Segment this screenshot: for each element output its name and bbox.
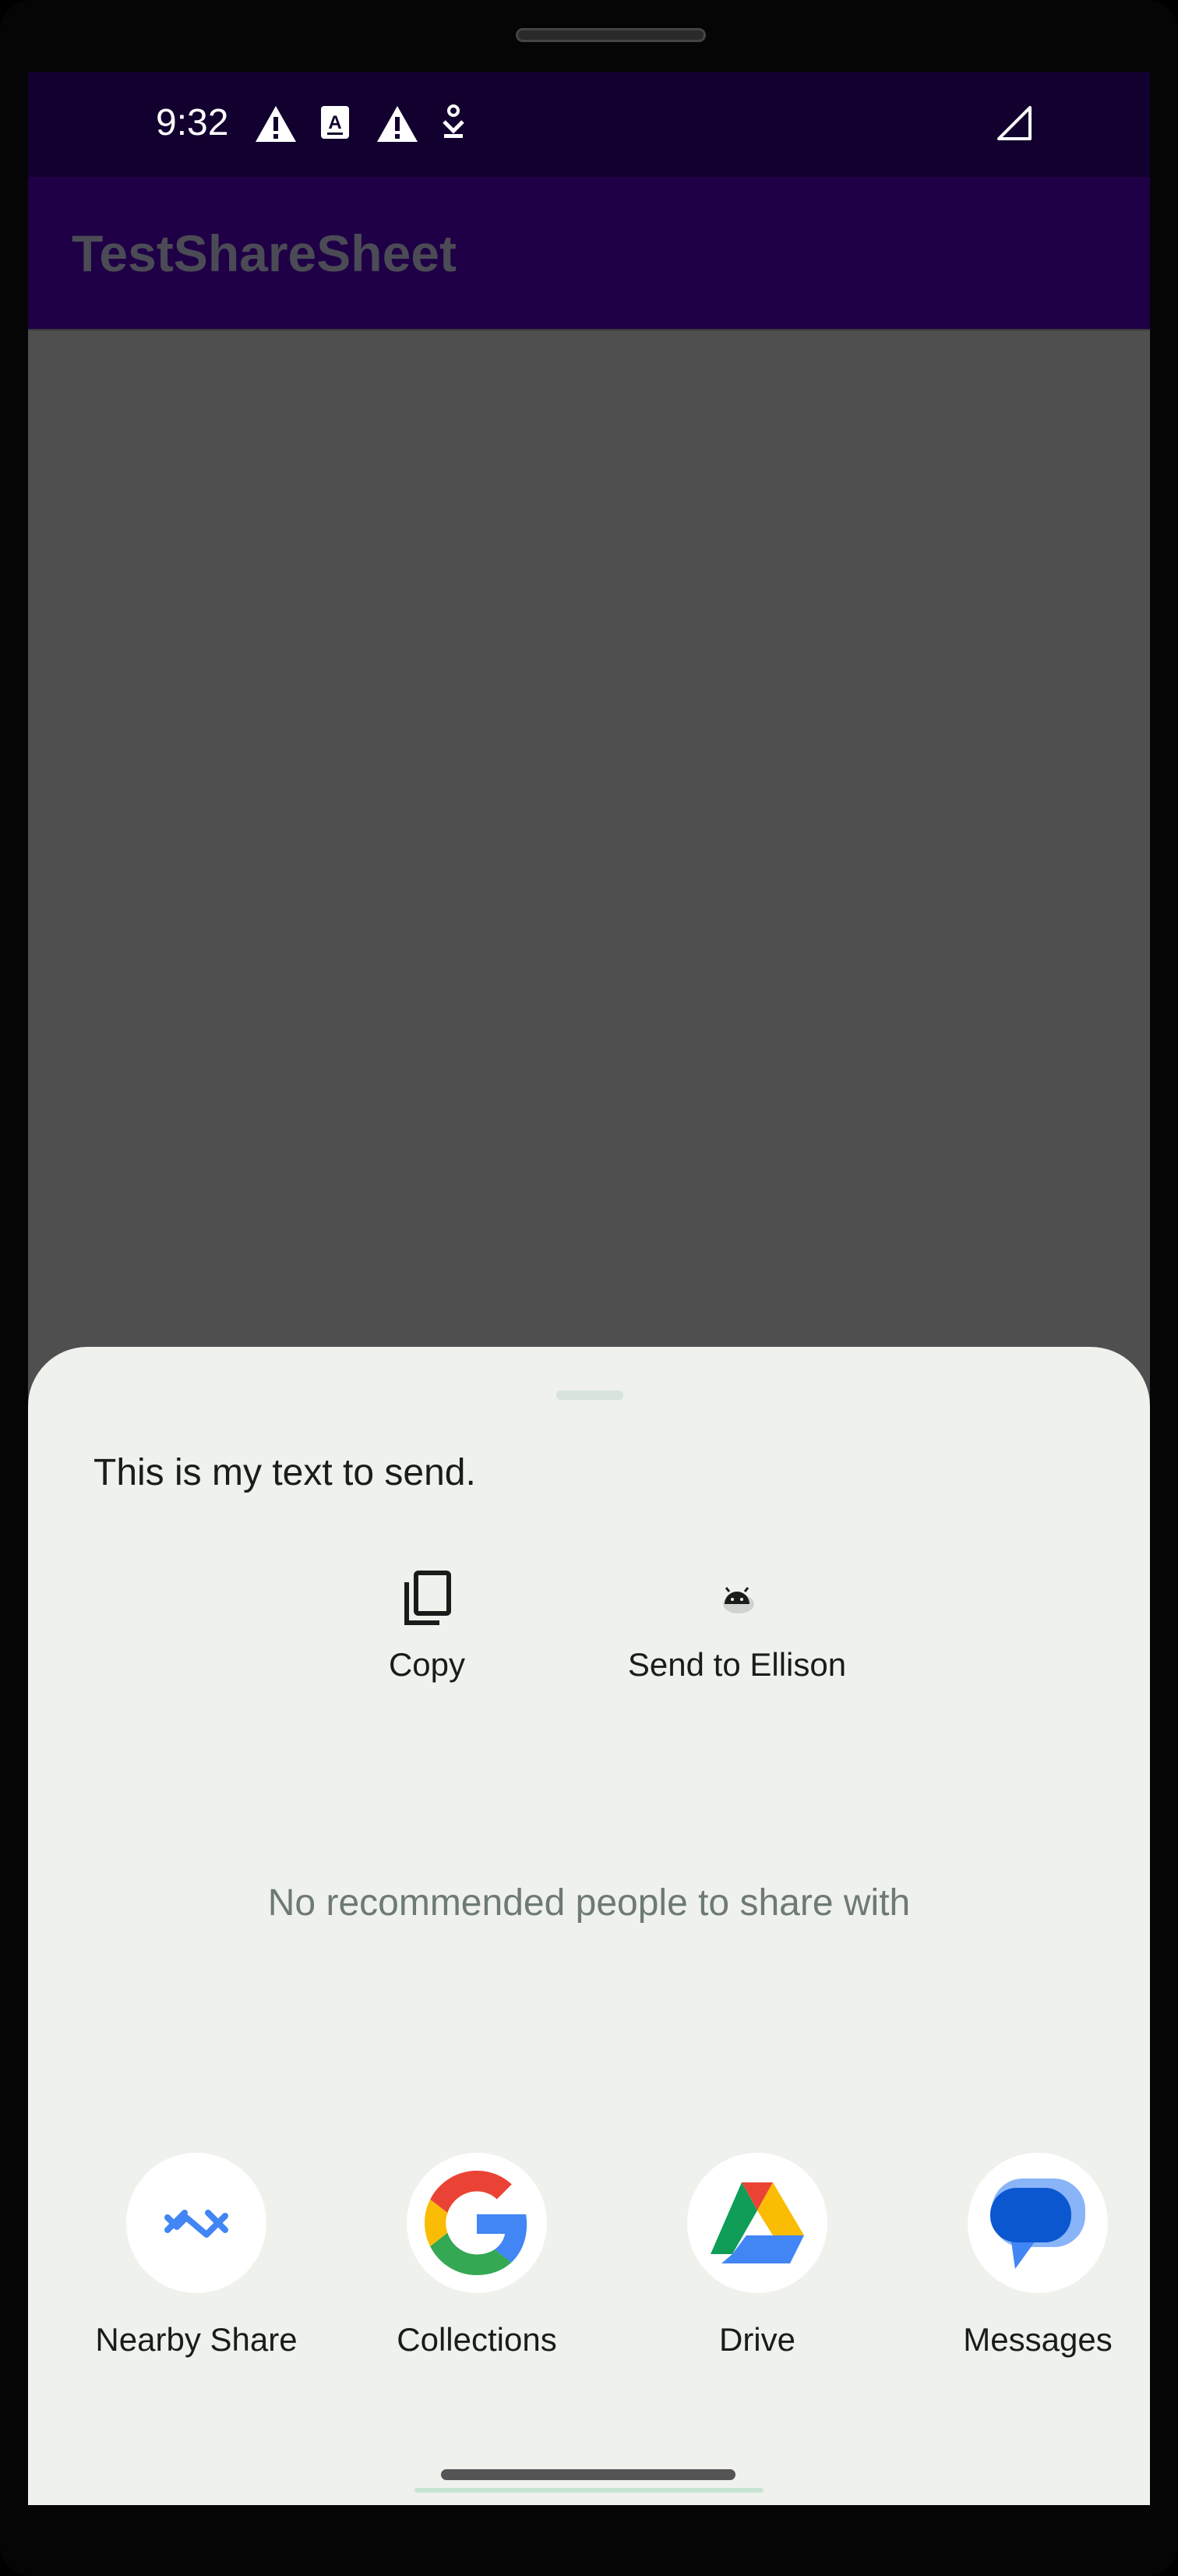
screen: 9:32 A TestShareSheet This is my text to… [28, 72, 1150, 2505]
gesture-nav-bar[interactable] [441, 2469, 735, 2480]
copy-icon [404, 1571, 451, 1625]
app-drive[interactable]: Drive [633, 2153, 882, 2359]
app-label: Drive [718, 2321, 795, 2358]
app-messages[interactable]: Messages [913, 2153, 1150, 2359]
nearby-share-icon [126, 2153, 266, 2293]
status-time: 9:32 [156, 102, 229, 143]
app-nearby-share[interactable]: Nearby Share [72, 2153, 321, 2359]
nav-accent-line [414, 2488, 764, 2493]
app-collections[interactable]: Collections [352, 2153, 601, 2359]
app-label: Collections [397, 2321, 557, 2358]
share-sheet: This is my text to send. Copy Send to El… [28, 1347, 1150, 2505]
svg-text:A: A [328, 112, 341, 133]
send-to-ellison-button[interactable]: Send to Ellison [589, 1568, 885, 1684]
drive-icon [687, 2153, 827, 2293]
send-to-ellison-label: Send to Ellison [627, 1646, 847, 1683]
signal-icon [997, 106, 1032, 140]
drag-handle[interactable] [556, 1390, 623, 1400]
google-icon [407, 2153, 547, 2293]
share-text-preview: This is my text to send. [93, 1452, 476, 1493]
no-people-message: No recommended people to share with [267, 1882, 911, 1924]
warning-icon [377, 106, 418, 142]
device-speaker [516, 28, 706, 42]
app-label: Nearby Share [95, 2321, 298, 2358]
status-bar: 9:32 A [28, 72, 1150, 177]
device-frame: 9:32 A TestShareSheet This is my text to… [0, 0, 1178, 2576]
warning-icon [256, 106, 296, 142]
copy-button[interactable]: Copy [365, 1568, 489, 1684]
app-bar: TestShareSheet [28, 177, 1150, 330]
app-title: TestShareSheet [72, 224, 457, 282]
app-label: Messages [963, 2321, 1113, 2358]
android-icon [723, 1587, 754, 1613]
a-box-icon: A [321, 106, 349, 139]
messages-icon [968, 2153, 1108, 2293]
download-icon [443, 104, 464, 138]
copy-label: Copy [388, 1646, 466, 1683]
